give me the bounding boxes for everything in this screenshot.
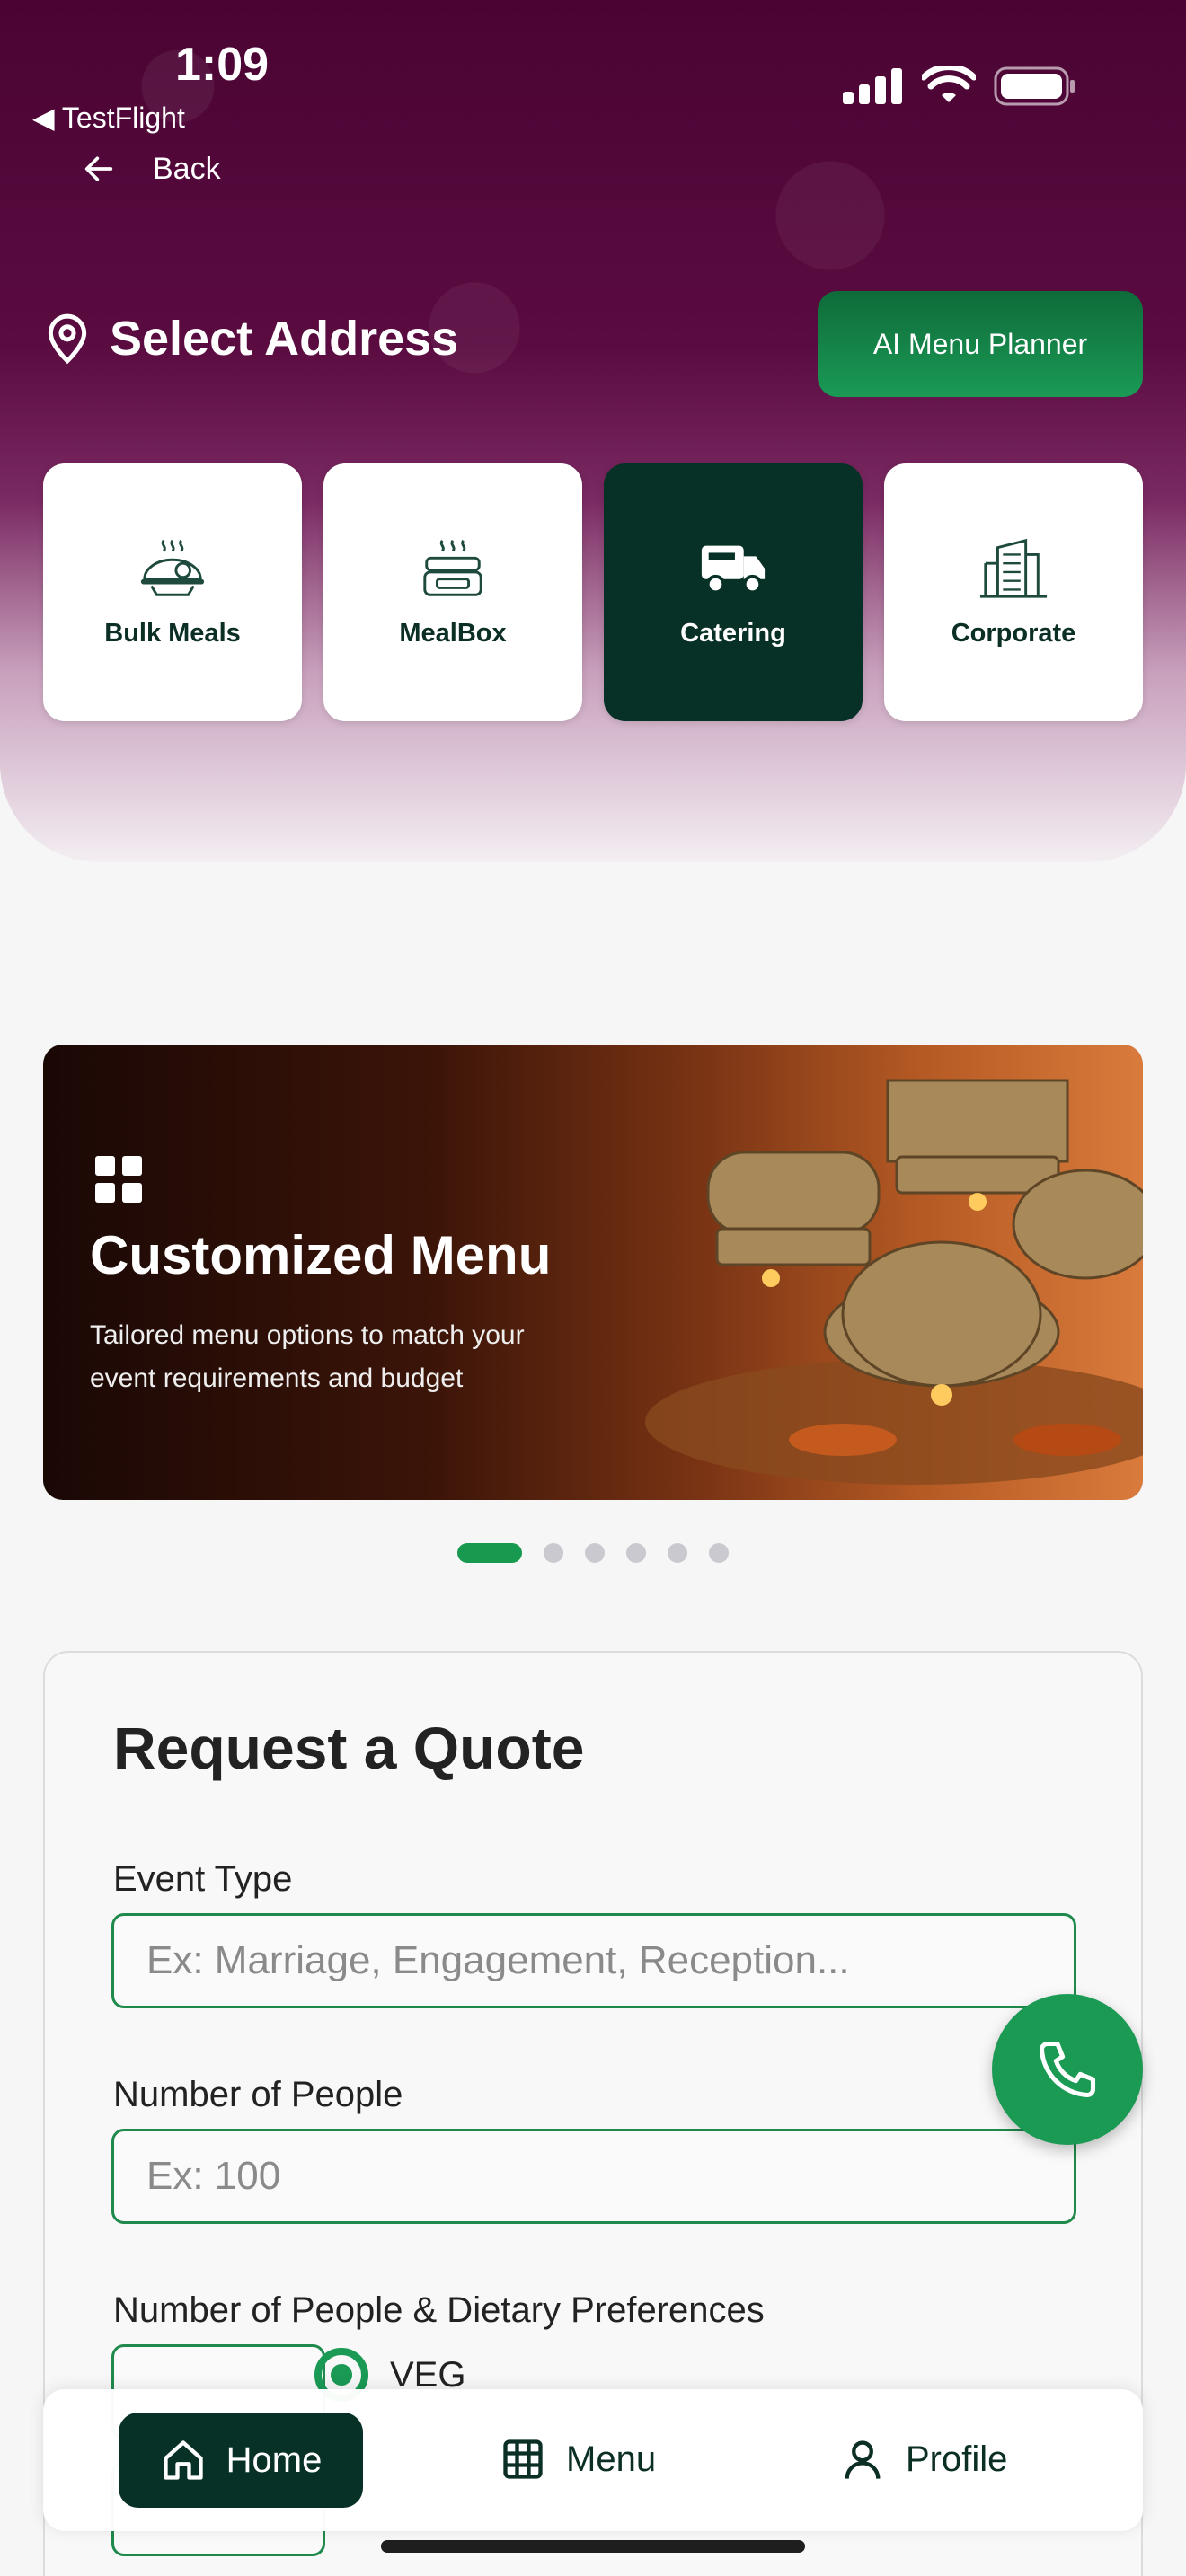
category-label: MealBox [399,619,507,648]
header-hero: 1:09 ◀ TestFlight Back Select Address AI… [0,0,1186,862]
back-label: Back [153,151,221,186]
nav-profile[interactable]: Profile [839,2436,1007,2483]
carousel-dot[interactable] [457,1543,522,1563]
carousel-dot[interactable] [709,1543,729,1563]
carousel-dot[interactable] [668,1543,687,1563]
call-button[interactable] [992,1994,1143,2145]
nav-profile-label: Profile [906,2439,1008,2479]
arrow-left-icon [84,156,113,181]
select-address-label: Select Address [110,312,459,366]
dietary-preferences-label: Number of People & Dietary Preferences [113,2290,765,2330]
location-pin-icon [48,313,87,365]
profile-icon [845,2440,881,2479]
status-time: 1:09 [175,39,270,91]
category-mealbox[interactable]: MealBox [323,463,582,721]
battery-icon [994,66,1075,106]
event-type-input[interactable] [111,1913,1076,2008]
nav-home[interactable]: Home [119,2413,363,2508]
number-of-people-input[interactable] [111,2129,1076,2224]
category-label: Bulk Meals [104,619,241,648]
category-label: Corporate [951,619,1076,648]
promo-banner[interactable]: Customized Menu Tailored menu options to… [43,1045,1143,1500]
nav-home-label: Home [226,2439,323,2480]
nav-menu-label: Menu [566,2439,657,2479]
home-icon [163,2440,203,2480]
event-type-label: Event Type [113,1859,293,1899]
category-bulk-meals[interactable]: Bulk Meals [43,463,302,721]
ai-menu-planner-button[interactable]: AI Menu Planner [818,291,1143,397]
carousel-pagination [0,1543,1186,1563]
nav-menu[interactable]: Menu [500,2436,656,2483]
carousel-dot[interactable] [544,1543,563,1563]
back-button[interactable]: Back [81,151,221,187]
bulk-meals-icon [140,539,205,596]
mealbox-icon [423,539,482,596]
carousel-dot[interactable] [585,1543,605,1563]
signal-icon [843,68,902,104]
number-of-people-label: Number of People [113,2075,403,2114]
corporate-building-icon [979,538,1048,598]
banner-subtitle: Tailored menu options to match your even… [90,1320,525,1393]
category-catering[interactable]: Catering [604,463,863,721]
grid-icon [95,1156,142,1203]
category-corporate[interactable]: Corporate [884,463,1143,721]
select-address-button[interactable]: Select Address [45,311,458,366]
banner-title: Customized Menu [90,1225,552,1285]
catering-truck-icon [701,545,766,595]
category-label: Catering [680,619,786,648]
status-bar: 1:09 ◀ TestFlight Back [0,0,1186,198]
bottom-navigation: Home Menu Profile [43,2389,1143,2531]
menu-grid-icon [503,2439,543,2479]
wifi-icon [922,66,976,102]
category-tabs: Bulk Meals MealBox Catering Corporate [43,463,1143,721]
status-icons [843,66,1076,106]
carousel-dot[interactable] [626,1543,646,1563]
home-indicator [381,2540,805,2553]
phone-icon [1039,2041,1096,2098]
testflight-back-link[interactable]: ◀ TestFlight [32,101,185,135]
testflight-label: TestFlight [61,101,185,134]
request-quote-title: Request a Quote [113,1715,585,1781]
chafing-dishes-illustration [645,1079,1143,1485]
